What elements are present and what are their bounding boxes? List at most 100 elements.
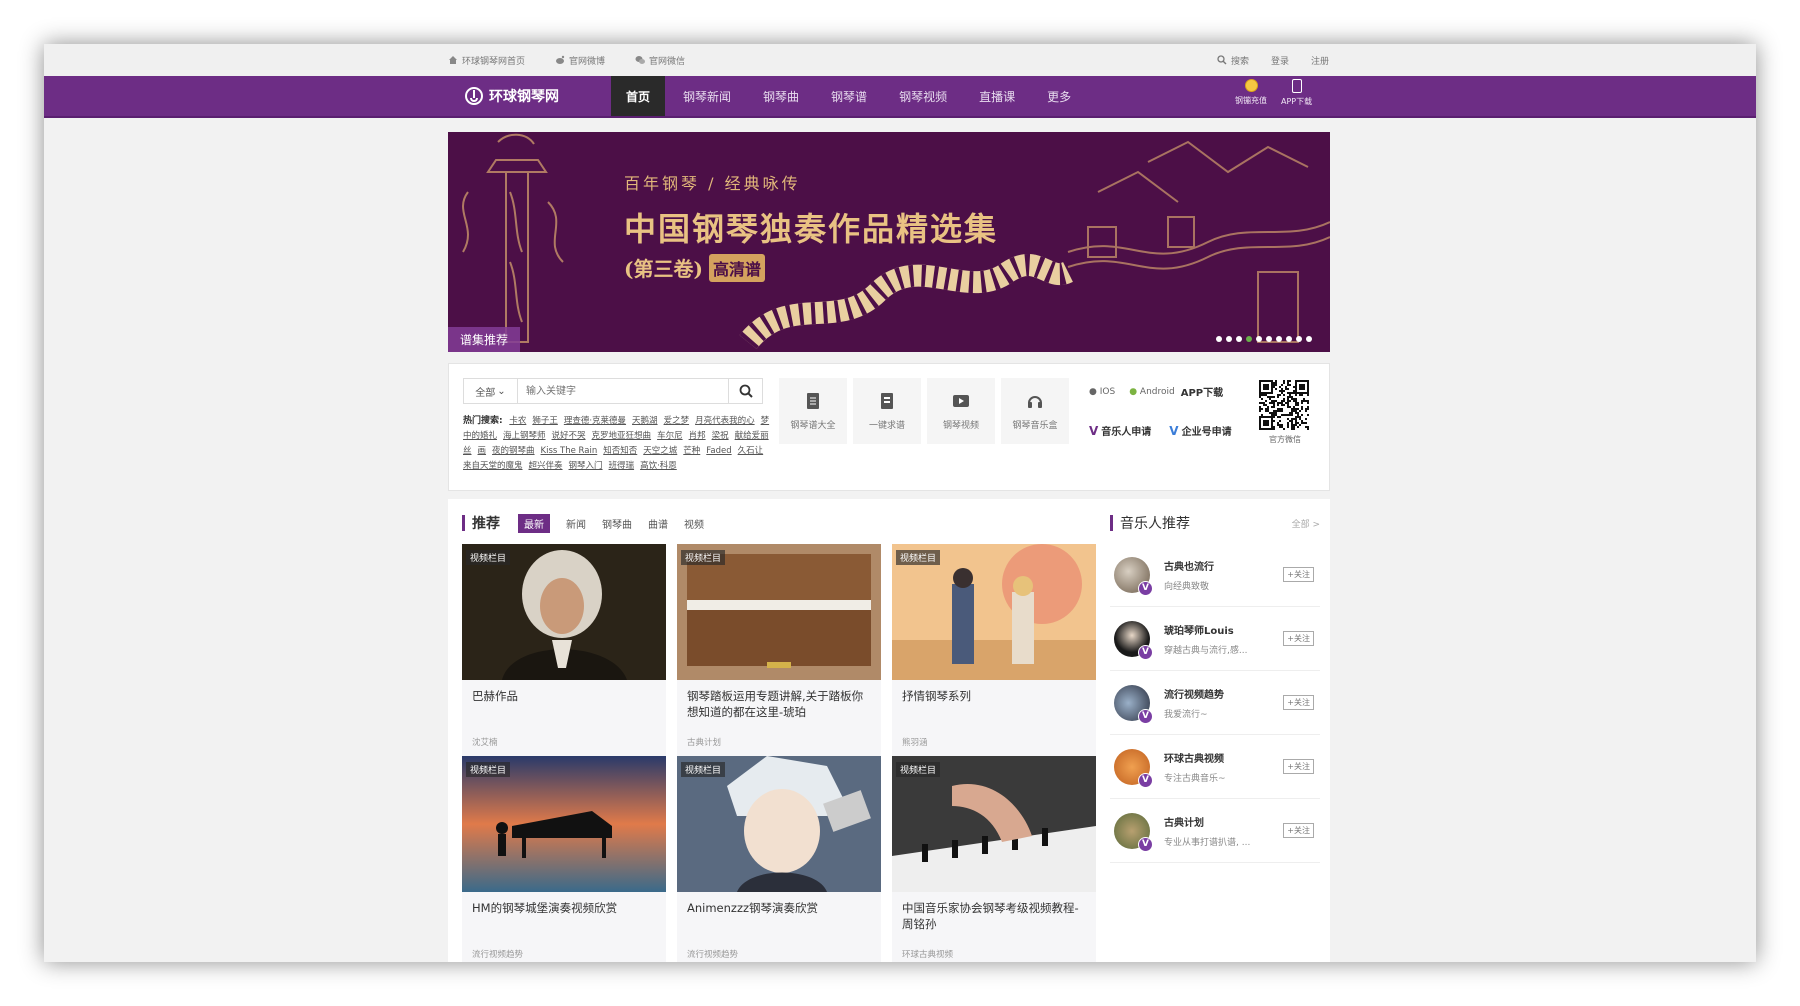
video-card[interactable]: 视频栏目 Animenzzz钢琴演奏欣赏 流行视频趋势	[677, 756, 881, 962]
musician-item[interactable]: V 流行视频趋势 我爱流行~ +关注	[1110, 671, 1320, 735]
hot-search-term[interactable]: 卡农	[509, 416, 526, 426]
content-area: 推荐 最新 新闻 钢琴曲 曲谱 视频 视频栏目 巴赫作品 沈艾楠 视频栏目 钢琴…	[448, 499, 1330, 962]
hot-search-term[interactable]: 来自天堂的魔鬼	[463, 461, 523, 471]
musician-apply-link[interactable]: V 音乐人申请	[1089, 423, 1151, 438]
company-apply-link[interactable]: V 企业号申请	[1169, 423, 1231, 438]
tool-music-box[interactable]: 钢琴音乐盒	[1001, 378, 1069, 444]
weibo-link[interactable]: 官网微博	[555, 54, 605, 67]
follow-button[interactable]: +关注	[1283, 631, 1314, 646]
ios-download-link[interactable]: ● IOS	[1089, 387, 1115, 397]
musician-desc: 我爱流行~	[1164, 709, 1208, 720]
search-box: 全部 ⌄	[463, 378, 763, 404]
hot-search-term[interactable]: 梁祝	[712, 431, 729, 441]
musician-item[interactable]: V 古典计划 专业从事打谱扒谱, ... +关注	[1110, 799, 1320, 863]
nav-item-live[interactable]: 直播课	[965, 76, 1029, 116]
hot-search-term[interactable]: 天鹅湖	[632, 416, 658, 426]
musician-desc: 向经典致敬	[1164, 581, 1210, 592]
nav-item-music[interactable]: 钢琴曲	[749, 76, 813, 116]
search-link[interactable]: 搜索	[1217, 54, 1249, 67]
hero-banner[interactable]: 百年钢琴 / 经典咏传 中国钢琴独奏作品精选集 (第三卷) 高清谱 谱集推荐	[448, 132, 1330, 352]
video-card[interactable]: 视频栏目 巴赫作品 沈艾楠	[462, 544, 666, 756]
tab-sheets[interactable]: 曲谱	[648, 516, 668, 531]
tool-sheet-library[interactable]: 钢琴谱大全	[779, 378, 847, 444]
hot-search-term[interactable]: 月亮代表我的心	[695, 416, 755, 426]
tab-music[interactable]: 钢琴曲	[602, 516, 632, 531]
carousel-dot[interactable]	[1236, 336, 1242, 342]
carousel-dots	[1216, 336, 1312, 342]
carousel-dot[interactable]	[1246, 336, 1252, 342]
hot-search-term[interactable]: 天空之城	[643, 446, 677, 456]
hot-search-term[interactable]: 班得瑞	[609, 461, 635, 471]
hot-search-term[interactable]: Faded	[706, 446, 731, 456]
carousel-dot[interactable]	[1306, 336, 1312, 342]
carousel-dot[interactable]	[1266, 336, 1272, 342]
hot-search-term[interactable]: 理查德·克莱德曼	[564, 416, 626, 426]
hot-search-label: 热门搜索:	[463, 416, 503, 426]
nav-item-news[interactable]: 钢琴新闻	[669, 76, 745, 116]
home-link[interactable]: 环球钢琴网首页	[448, 54, 525, 67]
search-input[interactable]	[518, 379, 728, 403]
hot-search-term[interactable]: 狮子王	[532, 416, 558, 426]
hot-search-term[interactable]: Kiss The Rain	[541, 446, 598, 456]
musician-item[interactable]: V 古典也流行 向经典致敬 +关注	[1110, 543, 1320, 607]
hot-search-term[interactable]: 海上钢琴师	[503, 431, 546, 441]
hot-search-term[interactable]: 车尔尼	[657, 431, 683, 441]
video-card[interactable]: 视频栏目 HM的钢琴城堡演奏视频欣赏 流行视频趋势	[462, 756, 666, 962]
tool-piano-video[interactable]: 钢琴视频	[927, 378, 995, 444]
carousel-dot[interactable]	[1276, 336, 1282, 342]
hot-search-term[interactable]: 芒种	[683, 446, 700, 456]
hot-search-term[interactable]: 高饮·科恩	[640, 461, 677, 471]
video-card[interactable]: 视频栏目 中国音乐家协会钢琴考级视频教程-周铭孙 环球古典视频	[892, 756, 1096, 962]
musician-name: 古典也流行	[1164, 561, 1214, 573]
qr-code-icon	[1259, 380, 1309, 430]
request-icon	[881, 392, 893, 409]
tab-latest[interactable]: 最新	[518, 513, 550, 533]
nav-item-sheets[interactable]: 钢琴谱	[817, 76, 881, 116]
nav-item-videos[interactable]: 钢琴视频	[885, 76, 961, 116]
site-logo[interactable]: 环球钢琴网	[464, 86, 559, 106]
tab-news[interactable]: 新闻	[566, 516, 586, 531]
carousel-dot[interactable]	[1296, 336, 1302, 342]
nav-item-home[interactable]: 首页	[611, 76, 666, 116]
hot-search-term[interactable]: 超兴伴奏	[529, 461, 563, 471]
carousel-dot[interactable]	[1256, 336, 1262, 342]
recharge-button[interactable]: 钢镚充值	[1235, 79, 1267, 107]
follow-button[interactable]: +关注	[1283, 695, 1314, 710]
hot-search-term[interactable]: 爱之梦	[664, 416, 690, 426]
android-icon: ●	[1129, 386, 1138, 397]
search-category-select[interactable]: 全部 ⌄	[464, 379, 518, 403]
wechat-link[interactable]: 官网微信	[635, 54, 685, 67]
carousel-dot[interactable]	[1216, 336, 1222, 342]
nav-item-more[interactable]: 更多	[1033, 76, 1085, 116]
hot-search-term[interactable]: 夜的钢琴曲	[492, 446, 535, 456]
banner-tag: 谱集推荐	[448, 327, 521, 352]
follow-button[interactable]: +关注	[1283, 759, 1314, 774]
carousel-dot[interactable]	[1226, 336, 1232, 342]
verified-badge: V	[1138, 836, 1153, 852]
register-link[interactable]: 注册	[1311, 54, 1329, 67]
android-download-link[interactable]: ● Android	[1129, 387, 1175, 397]
musician-item[interactable]: V 环球古典视频 专注古典音乐~ +关注	[1110, 735, 1320, 799]
carousel-dot[interactable]	[1286, 336, 1292, 342]
musician-more-link[interactable]: 全部 >	[1292, 517, 1320, 530]
hot-search-term[interactable]: 久石让	[738, 446, 764, 456]
sheet-icon	[807, 392, 819, 409]
app-download-button[interactable]: APP下载	[1281, 79, 1312, 107]
video-card[interactable]: 视频栏目 钢琴踏板运用专题讲解,关于踏板你想知道的都在这里-琥珀 古典计划	[677, 544, 881, 756]
hot-search-term[interactable]: 说好不哭	[552, 431, 586, 441]
card-tag: 视频栏目	[896, 762, 941, 777]
hot-search-term[interactable]: 钢琴入门	[569, 461, 603, 471]
main-nav: 环球钢琴网 首页 钢琴新闻 钢琴曲 钢琴谱 钢琴视频 直播课 更多 钢镚充值 A…	[44, 76, 1756, 118]
tool-request-sheet[interactable]: 一键求谱	[853, 378, 921, 444]
musician-item[interactable]: V 琥珀琴师Louis 穿越古典与流行,感... +关注	[1110, 607, 1320, 671]
video-card[interactable]: 视频栏目 抒情钢琴系列 熊羽涵	[892, 544, 1096, 756]
login-link[interactable]: 登录	[1271, 54, 1289, 67]
hot-search-term[interactable]: 肖邦	[689, 431, 706, 441]
search-button[interactable]	[728, 379, 762, 403]
hot-search-term[interactable]: 知否知否	[603, 446, 637, 456]
tab-videos[interactable]: 视频	[684, 516, 704, 531]
hot-search-term[interactable]: 画	[478, 446, 487, 456]
hot-search-term[interactable]: 克罗地亚狂想曲	[592, 431, 652, 441]
follow-button[interactable]: +关注	[1283, 823, 1314, 838]
follow-button[interactable]: +关注	[1283, 567, 1314, 582]
